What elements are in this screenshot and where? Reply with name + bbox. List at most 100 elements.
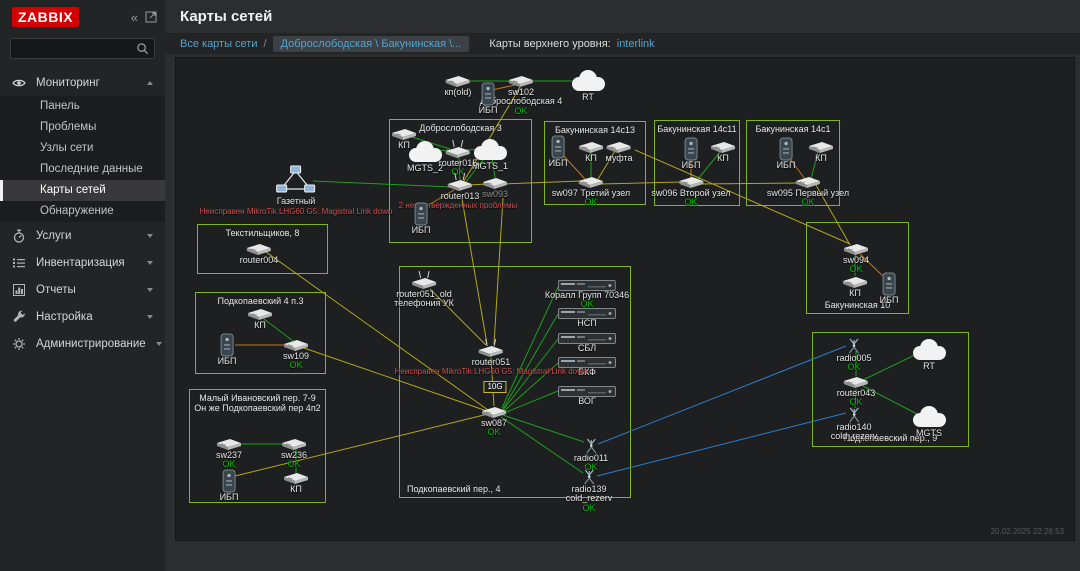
map-node-mufta[interactable]: муфта (606, 141, 633, 164)
node-label: ИБП (549, 159, 568, 169)
map-node-sw095[interactable]: sw095 Первый узелOK (767, 176, 849, 208)
sidebar-item-discovery[interactable]: Обнаружение (0, 201, 165, 222)
ups-icon (412, 202, 431, 226)
map-node-rt-top[interactable]: RT (567, 69, 609, 103)
sidebar-section-configuration[interactable]: Настройка (0, 303, 165, 330)
node-label: MGTS_1 (469, 162, 511, 172)
node-label: ИБП (412, 226, 431, 236)
sidebar-item-problems[interactable]: Проблемы (0, 117, 165, 138)
map-node-ibp-d3[interactable]: ИБП (412, 202, 431, 236)
map-node-sw096[interactable]: sw096 Второй узелOK (651, 176, 730, 208)
node-label: ИБП (682, 161, 701, 171)
search-input[interactable] (10, 38, 155, 59)
breadcrumb-current-map[interactable]: Доброслободская \ Бакунинская \... (273, 36, 470, 52)
map-node-router004[interactable]: router004 (240, 243, 279, 266)
map-node-mgts-br[interactable]: MGTS (908, 405, 950, 439)
map-node-radio005[interactable]: radio005OK (836, 337, 871, 373)
node-label: cold_rezerv (831, 432, 878, 442)
map-node-ibp-b11[interactable]: ИБП (682, 137, 701, 171)
map-node-kp-mi[interactable]: КП (283, 472, 309, 495)
sidebar-section-reports[interactable]: Отчеты (0, 276, 165, 303)
node-label: телефония УК (394, 299, 454, 309)
upper-maps-link-interlink[interactable]: interlink (617, 38, 655, 50)
chevron-down-icon (147, 234, 153, 238)
map-node-vog[interactable]: ВОГ (558, 386, 616, 407)
node-label: Газетный (200, 197, 393, 207)
map-node-kp-b10[interactable]: КП (842, 276, 868, 299)
map-node-sw109[interactable]: sw109OK (283, 339, 309, 371)
node-label: sw093 (482, 190, 508, 200)
cloud-icon (567, 69, 609, 93)
collapse-sidebar-icon[interactable]: « (131, 11, 138, 24)
cloud-icon (908, 338, 950, 362)
map-node-kp-p43[interactable]: КП (247, 308, 273, 331)
wrench-icon (12, 310, 26, 324)
map-node-router013[interactable]: router013 (441, 173, 480, 202)
map-node-ibp-mi[interactable]: ИБП (220, 469, 239, 503)
node-label: КП (283, 485, 309, 495)
map-node-radio139[interactable]: radio139cold_rezervOK (566, 468, 613, 514)
map-node-router051-old[interactable]: router051_oldтелефония УК (394, 271, 454, 309)
page-header: Карты сетей (165, 0, 1080, 33)
map-node-korall[interactable]: Коралл Групп 70346OK (545, 280, 629, 310)
node-label: router013 (441, 192, 480, 202)
map-node-mgts1[interactable]: MGTS_1 (469, 138, 511, 172)
node-label: КП (842, 289, 868, 299)
map-node-sw087[interactable]: sw087OK (481, 406, 507, 438)
map-node-radio140[interactable]: radio140cold_rezerv (831, 406, 878, 442)
breadcrumb-all-maps-link[interactable]: Все карты сети (180, 38, 258, 50)
sidebar-item-maps[interactable]: Карты сетей (0, 180, 165, 201)
node-label: OK (566, 504, 613, 514)
zabbix-logo[interactable]: ZABBIX (12, 7, 79, 27)
sidebar-section-monitoring[interactable]: Мониторинг (0, 69, 165, 96)
node-label: КП (710, 154, 736, 164)
monitoring-submenu: Панель Проблемы Узлы сети Последние данн… (0, 96, 165, 222)
sidebar-item-latest-data[interactable]: Последние данные (0, 159, 165, 180)
map-node-kp-b1[interactable]: КП (808, 141, 834, 164)
map-node-ibp-b1[interactable]: ИБП (777, 137, 796, 171)
router-icon (394, 271, 454, 290)
sidebar-section-services[interactable]: Услуги (0, 222, 165, 249)
map-node-ibp-b10[interactable]: ИБП (880, 272, 899, 306)
sidebar-item-dashboard[interactable]: Панель (0, 96, 165, 117)
map-node-rt-br[interactable]: RT (908, 338, 950, 372)
node-label: ИБП (880, 296, 899, 306)
ups-icon (549, 135, 568, 159)
map-node-ibp-top[interactable]: ИБП (479, 82, 498, 116)
sidebar-item-hosts[interactable]: Узлы сети (0, 138, 165, 159)
map-node-sw097[interactable]: sw097 Третий узелOK (552, 176, 630, 208)
node-label: муфта (606, 154, 633, 164)
link-label-tag: 10G (483, 381, 506, 393)
network-map-canvas[interactable]: 20.02.2025 22:28:53 Доброслободская 3Бак… (175, 57, 1075, 541)
node-label: Неисправен MikroTik LHG60 G5: Magistral … (200, 207, 393, 217)
map-node-kp-old[interactable]: кп(old) (445, 75, 472, 98)
chevron-up-icon (147, 81, 153, 85)
map-node-sw237[interactable]: sw237OK (216, 438, 242, 470)
map-node-nsp[interactable]: НСП (558, 308, 616, 329)
router-icon (441, 173, 480, 192)
map-node-kp-b11[interactable]: КП (710, 141, 736, 164)
sidebar-section-administration[interactable]: Администрирование (0, 330, 165, 357)
breadcrumb: Все карты сети / Доброслободская \ Бакун… (165, 33, 1080, 54)
map-node-ibp-p43[interactable]: ИБП (218, 333, 237, 367)
map-node-gazetny[interactable]: ГазетныйНеисправен MikroTik LHG60 G5: Ma… (200, 165, 393, 216)
node-label: OK (552, 198, 630, 208)
sidebar-section-inventory[interactable]: Инвентаризация (0, 249, 165, 276)
hide-sidebar-icon[interactable] (145, 11, 157, 23)
ups-icon (479, 82, 498, 106)
map-node-tag-10g[interactable]: 10G (483, 376, 506, 394)
map-node-sw236[interactable]: sw236OK (281, 438, 307, 470)
map-node-ibp-b13[interactable]: ИБП (549, 135, 568, 169)
ups-icon (777, 137, 796, 161)
search-icon[interactable] (136, 42, 149, 60)
map-node-sw094[interactable]: sw094OK (843, 243, 869, 275)
node-label: OK (481, 428, 507, 438)
map-node-router051[interactable]: router051Неисправен MikroTik LHG60 G5: M… (395, 339, 588, 377)
map-node-kp-b13[interactable]: КП (578, 141, 604, 164)
map-node-router043[interactable]: router043OK (837, 376, 876, 408)
map-node-sw093[interactable]: sw093 (482, 177, 508, 200)
node-label: MGTS (908, 429, 950, 439)
radio-icon (836, 337, 871, 354)
radio-icon (831, 406, 878, 423)
node-label: OK (651, 198, 730, 208)
